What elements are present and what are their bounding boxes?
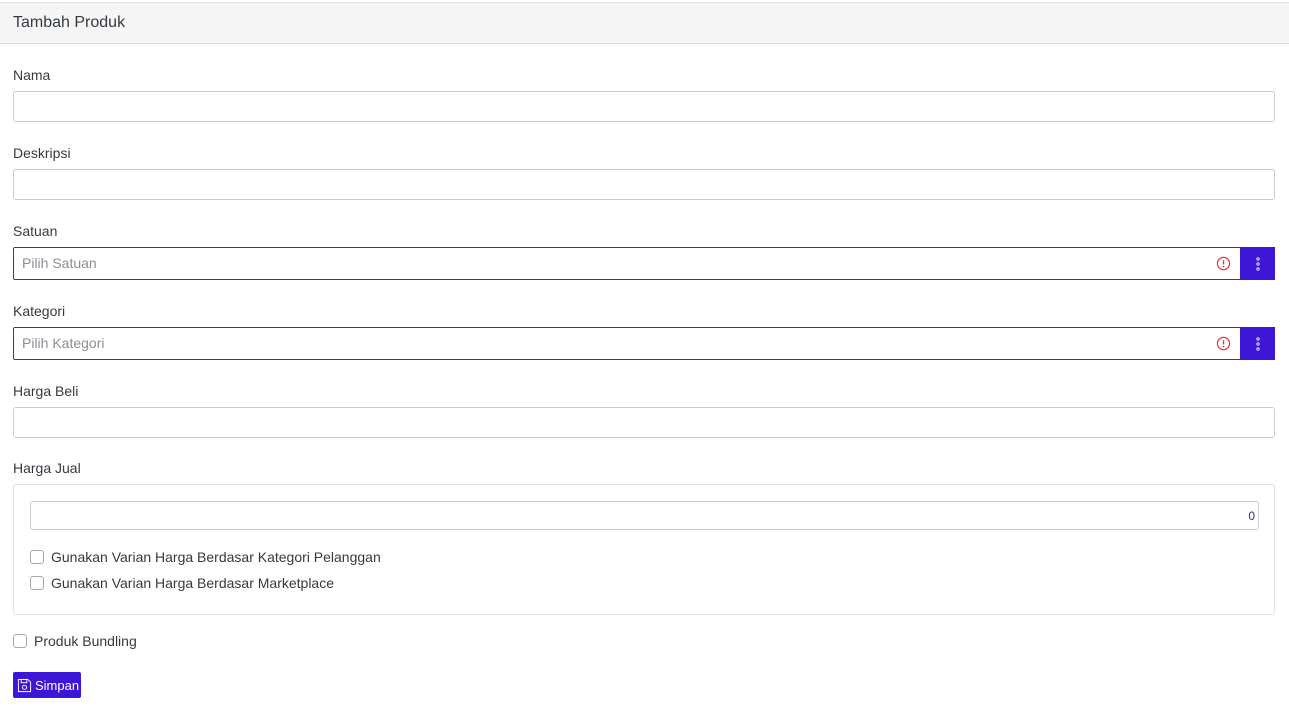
page-title: Tambah Produk bbox=[13, 14, 126, 31]
alert-circle-icon bbox=[1216, 256, 1231, 271]
nama-input[interactable] bbox=[13, 91, 1275, 122]
nama-label: Nama bbox=[13, 67, 51, 83]
varian-pelanggan-checkbox[interactable] bbox=[30, 550, 44, 564]
varian-marketplace-row[interactable]: Gunakan Varian Harga Berdasar Marketplac… bbox=[30, 575, 334, 591]
produk-bundling-label: Produk Bundling bbox=[34, 633, 137, 649]
more-vertical-icon bbox=[1255, 336, 1260, 351]
deskripsi-label: Deskripsi bbox=[13, 145, 71, 161]
card-header: Tambah Produk bbox=[0, 2, 1289, 44]
varian-marketplace-checkbox[interactable] bbox=[30, 576, 44, 590]
more-vertical-icon bbox=[1255, 256, 1260, 271]
harga-beli-label: Harga Beli bbox=[13, 383, 79, 399]
harga-jual-panel: 0 Gunakan Varian Harga Berdasar Kategori… bbox=[13, 484, 1275, 615]
alert-circle-icon bbox=[1216, 336, 1231, 351]
produk-bundling-checkbox[interactable] bbox=[13, 634, 27, 648]
harga-beli-input[interactable] bbox=[13, 407, 1275, 438]
kategori-picker-button[interactable] bbox=[1240, 327, 1275, 360]
varian-marketplace-label: Gunakan Varian Harga Berdasar Marketplac… bbox=[51, 575, 335, 591]
kategori-placeholder: Pilih Kategori bbox=[22, 335, 105, 351]
satuan-picker-button[interactable] bbox=[1240, 247, 1275, 280]
varian-pelanggan-row[interactable]: Gunakan Varian Harga Berdasar Kategori P… bbox=[30, 549, 381, 565]
produk-bundling-row[interactable]: Produk Bundling bbox=[13, 633, 137, 649]
save-button[interactable]: Simpan bbox=[13, 672, 81, 698]
kategori-label: Kategori bbox=[13, 303, 66, 319]
satuan-placeholder: Pilih Satuan bbox=[22, 255, 97, 271]
save-button-label: Simpan bbox=[35, 677, 80, 693]
kategori-select[interactable]: Pilih Kategori bbox=[13, 327, 1275, 360]
harga-jual-label: Harga Jual bbox=[13, 460, 81, 476]
varian-pelanggan-label: Gunakan Varian Harga Berdasar Kategori P… bbox=[51, 549, 381, 565]
harga-jual-input[interactable]: 0 bbox=[30, 501, 1259, 530]
harga-jual-value: 0 bbox=[1248, 509, 1255, 523]
satuan-label: Satuan bbox=[13, 223, 58, 239]
deskripsi-input[interactable] bbox=[13, 169, 1275, 200]
save-icon bbox=[17, 678, 32, 692]
satuan-select[interactable]: Pilih Satuan bbox=[13, 247, 1275, 280]
